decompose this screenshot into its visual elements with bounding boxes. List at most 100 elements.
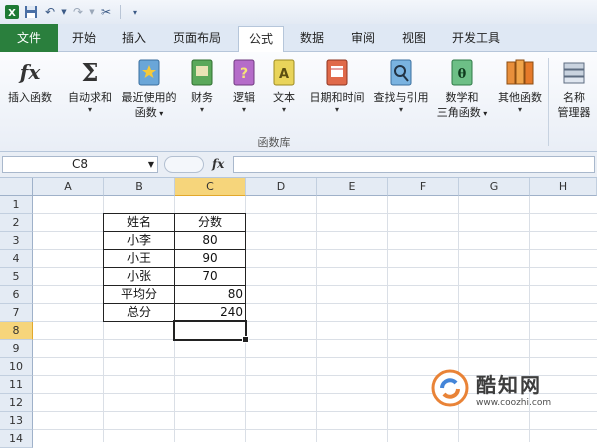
datetime-label: 日期和时间 [309, 91, 365, 104]
row-header-8[interactable]: 8 [0, 322, 33, 340]
row-header-5[interactable]: 5 [0, 268, 33, 286]
cell-b6[interactable]: 平均分 [104, 286, 174, 303]
row-header-12[interactable]: 12 [0, 394, 33, 412]
financial-label: 财务 [191, 91, 213, 104]
row-header-2[interactable]: 2 [0, 214, 33, 232]
text-book-icon: A [269, 56, 299, 88]
math-trig-label-2: 三角函数 [436, 106, 481, 119]
excel-app-icon[interactable]: X [4, 4, 20, 20]
row-header-13[interactable]: 13 [0, 412, 33, 430]
svg-text:Σ: Σ [82, 58, 99, 87]
row-header-7[interactable]: 7 [0, 304, 33, 322]
chevron-down-icon: ▾ [334, 105, 339, 114]
ribbon-formulas: fx 插入函数 Σ 自动求和 ▾ 最近使用的 函数 ▾ 财务 ▾ ? 逻辑 ▾ … [0, 52, 597, 152]
column-header-a[interactable]: A [33, 178, 104, 196]
column-header-g[interactable]: G [459, 178, 530, 196]
svg-text:X: X [8, 8, 16, 19]
logical-button[interactable]: ? 逻辑 ▾ [224, 56, 264, 115]
customize-qat-icon[interactable]: ▾ [127, 4, 143, 20]
datetime-book-icon [322, 56, 352, 88]
cell-c4[interactable]: 90 [175, 250, 245, 267]
column-header-f[interactable]: F [388, 178, 459, 196]
gridline [33, 357, 597, 358]
star-book-icon [134, 56, 164, 88]
save-icon[interactable] [23, 4, 39, 20]
name-manager-icon [559, 56, 589, 88]
undo-icon[interactable]: ↶ [42, 4, 58, 20]
financial-button[interactable]: 财务 ▾ [182, 56, 222, 115]
tab-file[interactable]: 文件 [0, 24, 58, 52]
watermark-url: www.coozhi.com [476, 397, 552, 408]
cell-b7[interactable]: 总分 [104, 304, 174, 321]
active-cell-c8[interactable] [173, 320, 247, 341]
chevron-down-icon[interactable]: ▼ [148, 157, 154, 172]
row-header-14[interactable]: 14 [0, 430, 33, 448]
table-border [245, 213, 246, 322]
tab-view[interactable]: 视图 [394, 26, 434, 51]
fill-handle[interactable] [242, 336, 249, 343]
row-header-1[interactable]: 1 [0, 196, 33, 214]
row-header-9[interactable]: 9 [0, 340, 33, 358]
tab-review[interactable]: 审阅 [343, 26, 383, 51]
column-header-b[interactable]: B [104, 178, 175, 196]
column-header-d[interactable]: D [246, 178, 317, 196]
cell-b2[interactable]: 姓名 [104, 214, 174, 231]
cell-b3[interactable]: 小李 [104, 232, 174, 249]
chevron-down-icon: ▾ [517, 105, 522, 114]
row-header-10[interactable]: 10 [0, 358, 33, 376]
fx-icon: fx [15, 56, 45, 88]
text-button[interactable]: A 文本 ▾ [266, 56, 302, 115]
tab-insert[interactable]: 插入 [114, 26, 154, 51]
redo-dropdown-icon[interactable]: ▼ [89, 4, 95, 20]
datetime-button[interactable]: 日期和时间 ▾ [304, 56, 370, 115]
tab-formulas[interactable]: 公式 [238, 26, 284, 53]
ribbon-group-separator [548, 58, 549, 146]
row-header-4[interactable]: 4 [0, 250, 33, 268]
finance-book-icon [187, 56, 217, 88]
lookup-reference-button[interactable]: 查找与引用 ▾ [370, 56, 432, 115]
row-header-11[interactable]: 11 [0, 376, 33, 394]
row-header-3[interactable]: 3 [0, 232, 33, 250]
cell-b4[interactable]: 小王 [104, 250, 174, 267]
chevron-down-icon: ▾ [241, 105, 246, 114]
name-box[interactable]: C8 ▼ [2, 156, 158, 173]
row-header-6[interactable]: 6 [0, 286, 33, 304]
coozhi-logo-icon [431, 369, 469, 407]
column-header-e[interactable]: E [317, 178, 388, 196]
watermark-brand: 酷知网 [476, 372, 542, 397]
tab-data[interactable]: 数据 [292, 26, 332, 51]
watermark: 酷知网 www.coozhi.com [430, 360, 595, 416]
cell-c6[interactable]: 80 [175, 286, 245, 303]
tab-developer[interactable]: 开发工具 [444, 26, 508, 51]
name-manager-button[interactable]: 名称 管理器 [552, 56, 596, 120]
math-trig-button[interactable]: θ 数学和 三角函数 ▾ [434, 56, 490, 121]
gridline [316, 196, 317, 442]
recent-functions-button[interactable]: 最近使用的 函数 ▾ [118, 56, 180, 121]
redo-icon[interactable]: ↷ [70, 4, 86, 20]
more-functions-button[interactable]: 其他函数 ▾ [492, 56, 548, 115]
undo-dropdown-icon[interactable]: ▼ [61, 4, 67, 20]
formula-bar-expander[interactable] [164, 156, 204, 173]
cell-c5[interactable]: 70 [175, 268, 245, 285]
select-all-corner[interactable] [0, 178, 33, 196]
qat-separator [120, 5, 121, 19]
tab-page-layout[interactable]: 页面布局 [165, 26, 229, 51]
cell-c3[interactable]: 80 [175, 232, 245, 249]
formula-input[interactable] [233, 156, 595, 173]
fx-icon[interactable]: fx [212, 157, 224, 171]
autosum-label: 自动求和 [68, 91, 112, 104]
cell-b5[interactable]: 小张 [104, 268, 174, 285]
column-header-c[interactable]: C [175, 178, 246, 196]
tab-home[interactable]: 开始 [64, 26, 104, 51]
formula-bar: C8 ▼ fx [0, 152, 597, 178]
autosum-button[interactable]: Σ 自动求和 ▾ [62, 56, 118, 115]
more-functions-label: 其他函数 [498, 91, 542, 104]
ribbon-tabs: 文件 开始 插入 页面布局 公式 数据 审阅 视图 开发工具 [0, 24, 597, 53]
chevron-down-icon: ▾ [281, 105, 286, 114]
insert-function-button[interactable]: fx 插入函数 [2, 56, 58, 105]
cell-c2[interactable]: 分数 [175, 214, 245, 231]
format-painter-icon[interactable]: ✂ [98, 4, 114, 20]
gridline [33, 429, 597, 430]
column-header-h[interactable]: H [530, 178, 597, 196]
cell-c7[interactable]: 240 [175, 304, 245, 321]
